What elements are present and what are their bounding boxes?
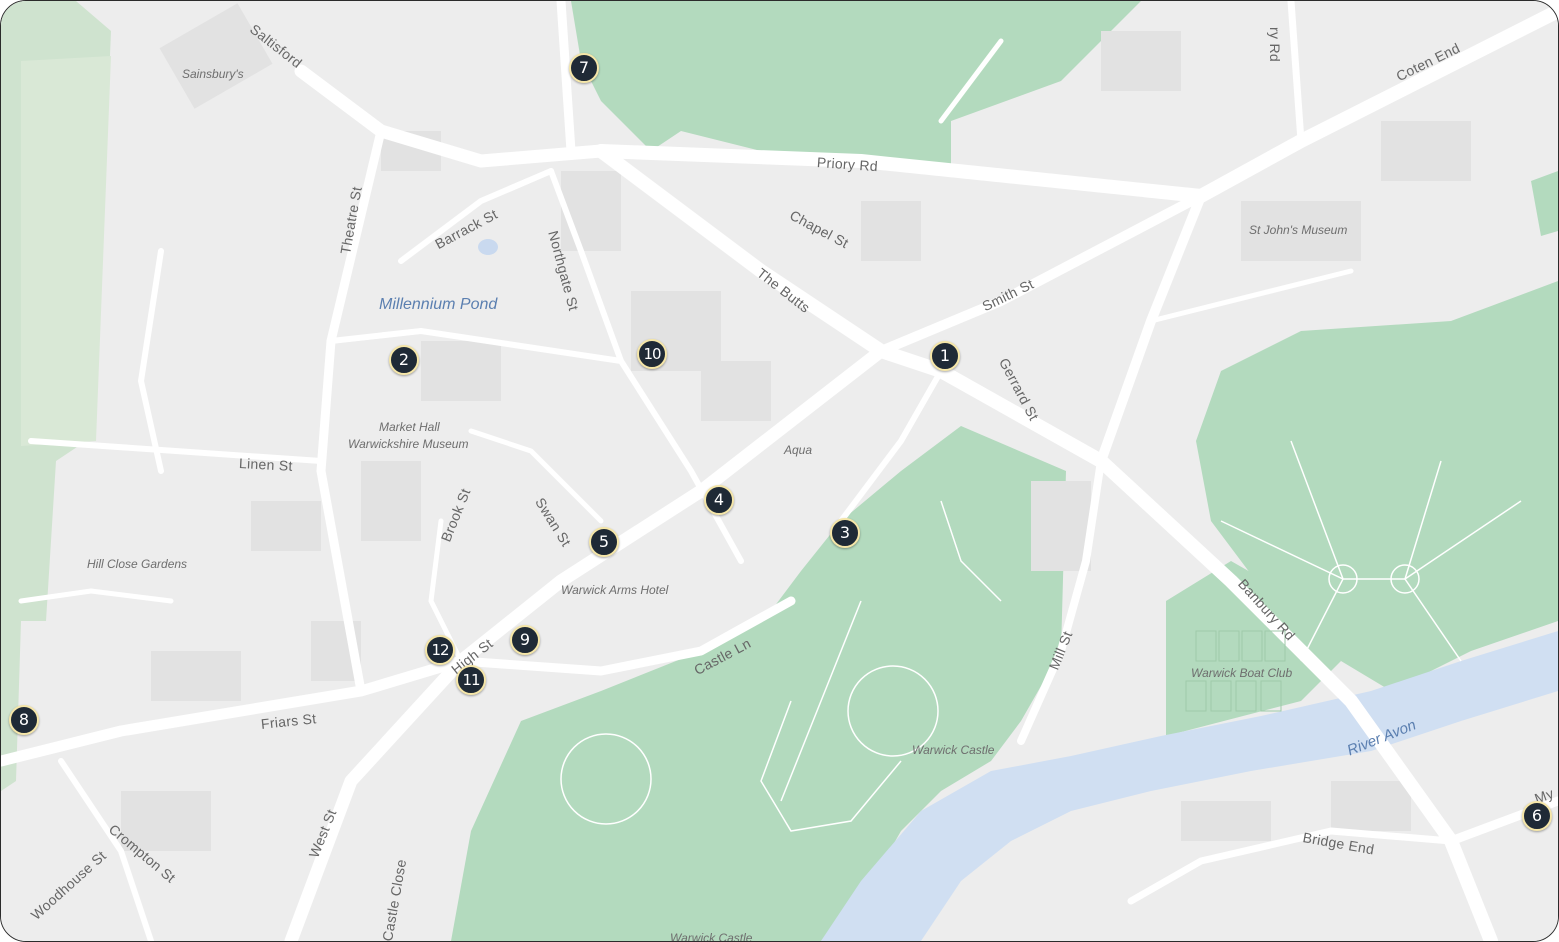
map-marker-2[interactable]: 2 — [389, 345, 419, 375]
map-view[interactable]: Saltisford Theatre St Barrack St Northga… — [0, 0, 1559, 942]
place-label-warwickshire-museum: Warwickshire Museum — [348, 437, 469, 451]
map-marker-9[interactable]: 9 — [510, 625, 540, 655]
place-label-warwick-boat-club: Warwick Boat Club — [1191, 666, 1293, 680]
map-marker-4[interactable]: 4 — [704, 485, 734, 515]
place-label-aqua: Aqua — [784, 443, 813, 457]
place-label-st-johns-museum: St John's Museum — [1249, 223, 1348, 237]
place-label-warwick-castle: Warwick Castle — [912, 743, 995, 757]
map-marker-8[interactable]: 8 — [9, 705, 39, 735]
road-label-linen-st: Linen St — [238, 455, 294, 474]
pond-shape — [478, 239, 498, 255]
map-marker-10[interactable]: 10 — [637, 339, 667, 369]
map-marker-11[interactable]: 11 — [456, 665, 486, 695]
map-marker-12[interactable]: 12 — [425, 635, 455, 665]
place-label-warwick-arms-hotel: Warwick Arms Hotel — [561, 583, 669, 597]
map-marker-7[interactable]: 7 — [569, 53, 599, 83]
place-label-millennium-pond: Millennium Pond — [379, 296, 498, 313]
road-label-priory-top: ry Rd — [1267, 27, 1283, 62]
place-label-warwick-castle-bottom: Warwick Castle — [670, 931, 753, 942]
place-label-market-hall: Market Hall — [379, 420, 440, 434]
map-canvas[interactable] — [1, 1, 1558, 941]
map-marker-5[interactable]: 5 — [589, 527, 619, 557]
place-label-hill-close-gardens: Hill Close Gardens — [87, 557, 188, 571]
place-label-sainsburys: Sainsbury's — [182, 67, 244, 81]
map-marker-3[interactable]: 3 — [830, 518, 860, 548]
map-marker-6[interactable]: 6 — [1522, 801, 1552, 831]
map-marker-1[interactable]: 1 — [930, 341, 960, 371]
